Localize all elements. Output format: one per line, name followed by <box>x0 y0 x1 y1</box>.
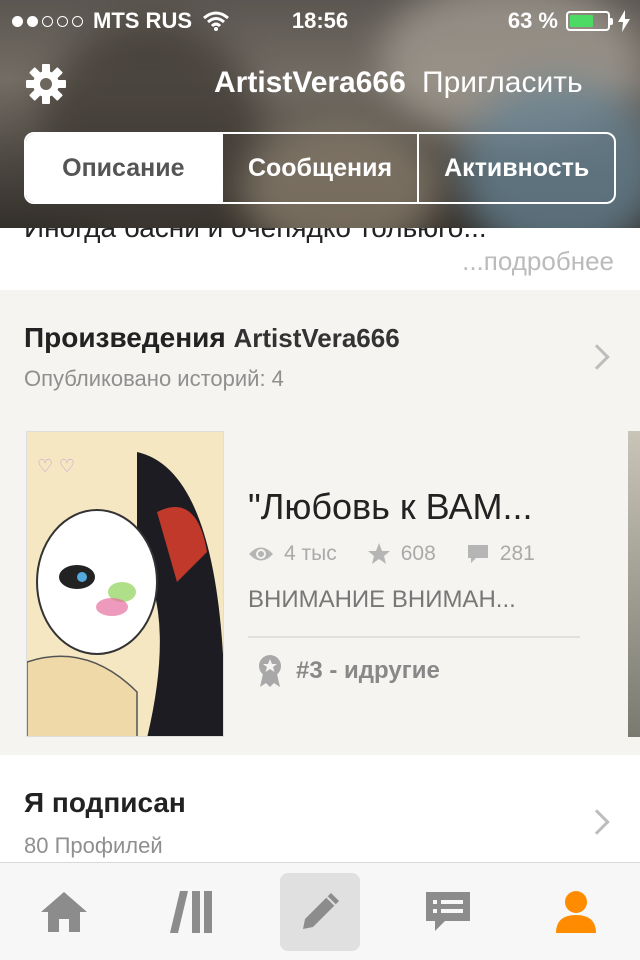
comments-count: 281 <box>499 542 535 565</box>
tab-messages[interactable] <box>408 873 488 951</box>
next-story-cover[interactable] <box>628 431 640 737</box>
tab-write[interactable] <box>280 873 360 951</box>
tab-activity[interactable]: Активность <box>417 134 614 202</box>
works-title: Произведения ArtistVera666 <box>24 322 400 354</box>
svg-text:♡ ♡: ♡ ♡ <box>37 456 75 477</box>
story-cover[interactable]: ♡ ♡ <box>26 431 224 737</box>
works-owner: ArtistVera666 <box>233 323 400 353</box>
profile-segmented-control: Описание Сообщения Активность <box>24 132 616 204</box>
following-count: 80 Профилей <box>24 833 163 858</box>
star-icon <box>367 543 390 564</box>
battery-icon <box>566 11 613 31</box>
works-count: Опубликовано историй: 4 <box>24 366 284 391</box>
story-rank[interactable]: #3 - идругие <box>256 654 440 688</box>
pencil-icon <box>303 893 339 929</box>
story-description: ВНИМАНИЕ ВНИМАН... <box>248 586 516 613</box>
reads-count: 4 тыс <box>284 542 337 565</box>
story-title[interactable]: "Любовь к ВАМ... <box>248 486 533 528</box>
following-title: Я подписан <box>24 787 186 818</box>
chevron-right-icon[interactable] <box>584 809 610 835</box>
about-section: Иногда басни и очепядко тольюго... ...по… <box>0 228 640 290</box>
bottom-tab-bar <box>0 862 640 960</box>
eye-icon <box>249 547 273 561</box>
tab-library[interactable] <box>152 873 232 951</box>
award-icon <box>259 655 281 687</box>
comment-icon <box>467 545 488 563</box>
story-stats: 4 тыс 608 281 <box>248 542 565 566</box>
tab-description[interactable]: Описание <box>26 134 221 202</box>
profile-header: MTS RUS 18:56 63 % ArtistVera666 Приглас… <box>0 0 640 228</box>
divider <box>248 636 580 638</box>
works-label: Произведения <box>24 322 226 353</box>
about-text-cut: Иногда басни и очепядко тольюго... <box>24 228 487 244</box>
battery-percent: 63 % <box>507 8 558 33</box>
tab-messages[interactable]: Сообщения <box>220 134 418 202</box>
votes-count: 608 <box>400 542 436 565</box>
chevron-right-icon[interactable] <box>584 344 610 370</box>
tab-profile[interactable] <box>536 873 616 951</box>
works-section[interactable]: Произведения ArtistVera666 Опубликовано … <box>0 290 640 755</box>
messages-icon <box>426 892 470 931</box>
rank-label: #3 - идругие <box>296 657 440 684</box>
charging-icon <box>618 10 630 32</box>
more-link[interactable]: ...подробнее <box>462 246 614 277</box>
status-bar: MTS RUS 18:56 63 % <box>0 0 640 40</box>
following-section[interactable]: Я подписан 80 Профилей <box>0 755 640 865</box>
tab-home[interactable] <box>24 873 104 951</box>
library-icon <box>170 891 212 933</box>
username-title: ArtistVera666 <box>214 66 406 99</box>
profile-icon <box>556 891 596 933</box>
home-icon <box>41 892 87 932</box>
gear-icon[interactable] <box>24 62 68 106</box>
invite-button[interactable]: Пригласить <box>422 66 583 100</box>
